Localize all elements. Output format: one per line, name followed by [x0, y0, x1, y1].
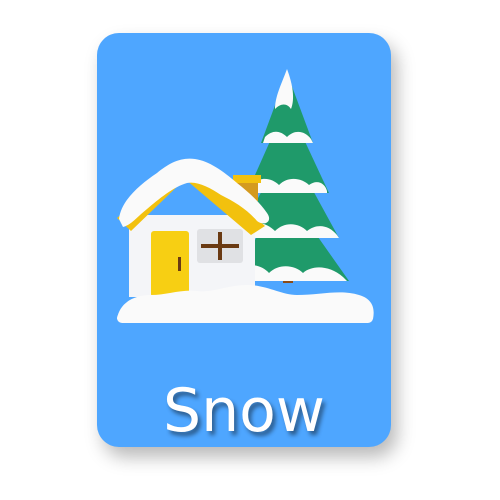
snow-flashcard[interactable]: Snow: [97, 33, 391, 447]
snow-scene-illustration: [117, 69, 374, 323]
window-icon: [197, 229, 243, 263]
stage: Snow: [0, 0, 500, 500]
card-label: Snow: [163, 376, 325, 446]
door-icon: [151, 231, 189, 297]
